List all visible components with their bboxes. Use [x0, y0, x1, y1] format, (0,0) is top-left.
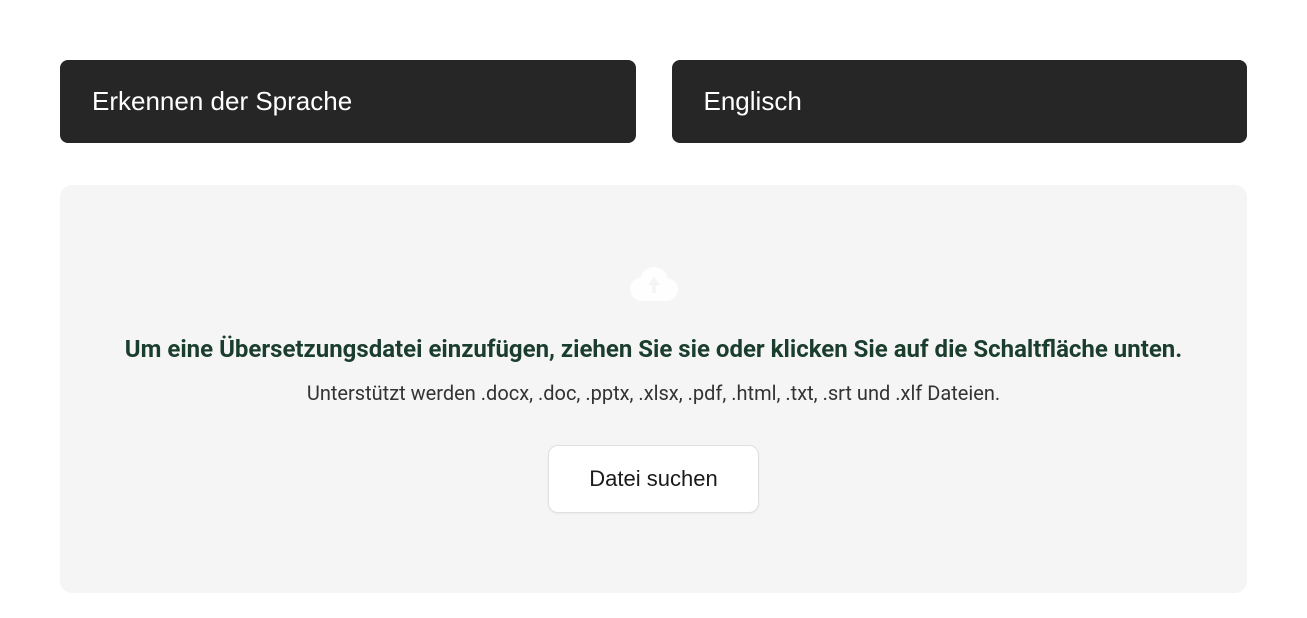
- target-language-label: Englisch: [704, 86, 802, 116]
- language-selectors: Erkennen der Sprache Englisch: [60, 60, 1247, 143]
- target-language-selector[interactable]: Englisch: [672, 60, 1248, 143]
- source-language-label: Erkennen der Sprache: [92, 86, 352, 116]
- file-dropzone[interactable]: Um eine Übersetzungsdatei einzufügen, zi…: [60, 185, 1247, 593]
- browse-button-label: Datei suchen: [589, 466, 717, 491]
- dropzone-subtitle: Unterstützt werden .docx, .doc, .pptx, .…: [307, 381, 1000, 405]
- dropzone-title: Um eine Übersetzungsdatei einzufügen, zi…: [125, 335, 1182, 363]
- source-language-selector[interactable]: Erkennen der Sprache: [60, 60, 636, 143]
- browse-file-button[interactable]: Datei suchen: [548, 445, 758, 513]
- upload-cloud-icon: [630, 265, 678, 305]
